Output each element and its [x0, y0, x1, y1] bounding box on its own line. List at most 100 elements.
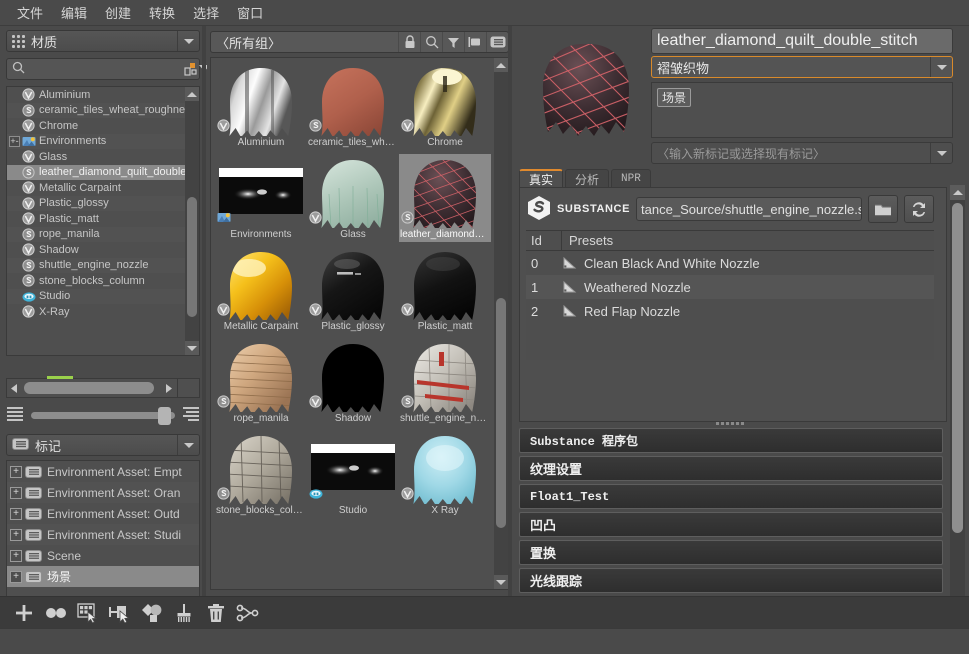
presets-table[interactable]: Id Presets 0 Clean Black And White Nozzle… — [526, 230, 934, 360]
asset-tree-hscrollbar[interactable] — [6, 376, 200, 398]
chevron-down-icon[interactable] — [177, 31, 199, 51]
hierarchy-icon[interactable] — [184, 59, 198, 79]
tab-real[interactable]: 真实 — [519, 169, 564, 188]
menu-item-edit[interactable]: 编辑 — [52, 0, 96, 25]
cleanup-broom-icon[interactable] — [168, 598, 200, 628]
tag-input-combo[interactable]: 〈输入新标记或选择现有标记〉 — [651, 142, 953, 164]
tree-item-leather-diamond-quilt-double-stitch[interactable]: leather_diamond_quilt_double_stitch — [7, 164, 199, 180]
inspector-scrollbar[interactable] — [950, 185, 965, 621]
tab-npr[interactable]: NPR — [611, 169, 651, 188]
tag-expander[interactable]: + — [10, 528, 22, 541]
chevron-down-icon[interactable] — [177, 435, 199, 455]
material-thumbnail[interactable]: Shadow — [307, 338, 399, 426]
menu-item-window[interactable]: 窗口 — [228, 0, 272, 25]
material-thumbnail[interactable]: Chrome — [399, 62, 491, 150]
node-graph-icon[interactable] — [232, 598, 264, 628]
folder-open-icon[interactable] — [868, 195, 898, 223]
material-thumbnail[interactable]: Metallic Carpaint — [215, 246, 307, 334]
substance-path-field[interactable]: tance_Source/shuttle_engine_nozzle.sbsar — [636, 197, 862, 221]
scroll-down-button[interactable] — [494, 575, 508, 589]
preset-row[interactable]: 0 Clean Black And White Nozzle — [526, 251, 934, 275]
tag-expander[interactable]: + — [10, 570, 22, 583]
material-thumbnail-grid[interactable]: Aluminium ceramic_tiles_wheat_r... Chrome E… — [210, 57, 509, 590]
panel-resize-grip[interactable] — [86, 426, 120, 437]
scroll-right-button[interactable] — [162, 379, 177, 397]
tag-expander[interactable]: + — [10, 507, 22, 520]
apply-to-selection-icon[interactable] — [104, 598, 136, 628]
material-thumbnail[interactable]: Plastic_matt — [399, 246, 491, 334]
asset-search-input[interactable] — [29, 62, 184, 76]
scroll-up-button[interactable] — [185, 87, 199, 101]
material-thumbnail[interactable]: Glass — [307, 154, 399, 242]
section-header-光线跟踪[interactable]: 光线跟踪 — [519, 568, 943, 593]
hscroll-thumb[interactable] — [24, 382, 154, 394]
tree-expander[interactable]: +- — [9, 135, 20, 147]
search-icon[interactable] — [420, 32, 442, 52]
hscroll-track[interactable] — [22, 381, 162, 395]
material-thumbnail[interactable]: stone_blocks_column — [215, 430, 307, 518]
list-lines-right-icon[interactable] — [182, 406, 200, 425]
material-thumbnail[interactable]: ceramic_tiles_wheat_r... — [307, 62, 399, 150]
tag-item-environment-asset-oran[interactable]: + Environment Asset: Oran — [7, 482, 199, 503]
scroll-up-button[interactable] — [494, 58, 508, 72]
menu-item-create[interactable]: 创建 — [96, 0, 140, 25]
tag-item-environment-asset-studi[interactable]: + Environment Asset: Studi — [7, 524, 199, 545]
scroll-down-button[interactable] — [185, 341, 199, 355]
material-thumbnail[interactable]: rope_manila — [215, 338, 307, 426]
material-type-combo[interactable]: 褶皱织物 — [651, 56, 953, 78]
tree-item-studio[interactable]: Studio — [7, 288, 199, 304]
size-slider-track[interactable] — [31, 406, 175, 425]
select-in-scene-icon[interactable] — [72, 598, 104, 628]
tag-item-environment-asset-outd[interactable]: + Environment Asset: Outd — [7, 503, 199, 524]
group-filter-bar[interactable]: 〈所有组〉 — [210, 31, 509, 53]
tree-item-shuttle-engine-nozzle[interactable]: shuttle_engine_nozzle — [7, 257, 199, 273]
scroll-up-button[interactable] — [950, 185, 965, 200]
list-icon[interactable] — [486, 32, 508, 52]
scrollbar-thumb[interactable] — [952, 203, 963, 533]
material-thumbnail[interactable]: leather_diamond_quil... — [399, 154, 491, 242]
tag-expander[interactable]: + — [10, 486, 22, 499]
tree-item-x-ray[interactable]: X-Ray — [7, 304, 199, 320]
section-header-纹理设置[interactable]: 纹理设置 — [519, 456, 943, 481]
tag-expander[interactable]: + — [10, 549, 22, 562]
tag-item-environment-asset-empt[interactable]: + Environment Asset: Empt — [7, 461, 199, 482]
tab-analysis[interactable]: 分析 — [565, 169, 610, 188]
size-slider-knob[interactable] — [157, 406, 171, 425]
asset-tree-scrollbar[interactable] — [185, 87, 199, 355]
material-thumbnail[interactable]: Plastic_glossy — [307, 246, 399, 334]
menu-item-convert[interactable]: 转换 — [140, 0, 184, 25]
asset-tree[interactable]: Aluminium ceramic_tiles_wheat_roughness Ch… — [6, 86, 200, 356]
tag-expander[interactable]: + — [10, 465, 22, 478]
chevron-down-icon[interactable] — [930, 57, 952, 77]
scroll-left-button[interactable] — [7, 379, 22, 397]
list-lines-icon[interactable] — [6, 406, 24, 425]
refresh-icon[interactable] — [904, 195, 934, 223]
chevron-down-icon[interactable] — [930, 143, 952, 163]
tree-item-environments[interactable]: +- Environments — [7, 133, 199, 149]
filter-icon[interactable] — [442, 32, 464, 52]
section-header-凹凸[interactable]: 凹凸 — [519, 512, 943, 537]
tree-item-stone-blocks-column[interactable]: stone_blocks_column — [7, 273, 199, 289]
tree-item-plastic-matt[interactable]: Plastic_matt — [7, 211, 199, 227]
browser-scrollbar[interactable] — [494, 58, 508, 589]
tag-chip[interactable]: 场景 — [657, 88, 692, 107]
tag-tree[interactable]: + Environment Asset: Empt + Environment Ass… — [6, 460, 200, 598]
scrollbar-thumb[interactable] — [187, 197, 197, 317]
tree-item-ceramic-tiles-wheat-roughness[interactable]: ceramic_tiles_wheat_roughness — [7, 102, 199, 118]
material-thumbnail[interactable]: shuttle_engine_nozzle — [399, 338, 491, 426]
menu-item-file[interactable]: 文件 — [8, 0, 52, 25]
tree-item-shadow[interactable]: Shadow — [7, 242, 199, 258]
add-icon[interactable] — [8, 598, 40, 628]
section-header-float1-test[interactable]: Float1_Test — [519, 484, 943, 509]
tree-item-rope-manila[interactable]: rope_manila — [7, 226, 199, 242]
thumbnail-size-slider-row[interactable] — [6, 404, 200, 426]
preset-row[interactable]: 1 Weathered Nozzle — [526, 275, 934, 299]
section-header-substance-程序包[interactable]: Substance 程序包 — [519, 428, 943, 453]
material-thumbnail[interactable]: Studio — [307, 430, 399, 518]
tree-item-aluminium[interactable]: Aluminium — [7, 87, 199, 103]
content-resize-grip[interactable] — [716, 414, 750, 425]
panel-divider-right[interactable] — [508, 26, 512, 596]
delete-trash-icon[interactable] — [200, 598, 232, 628]
asset-type-combo[interactable]: 材质 — [6, 30, 200, 52]
tree-item-chrome[interactable]: Chrome — [7, 118, 199, 134]
